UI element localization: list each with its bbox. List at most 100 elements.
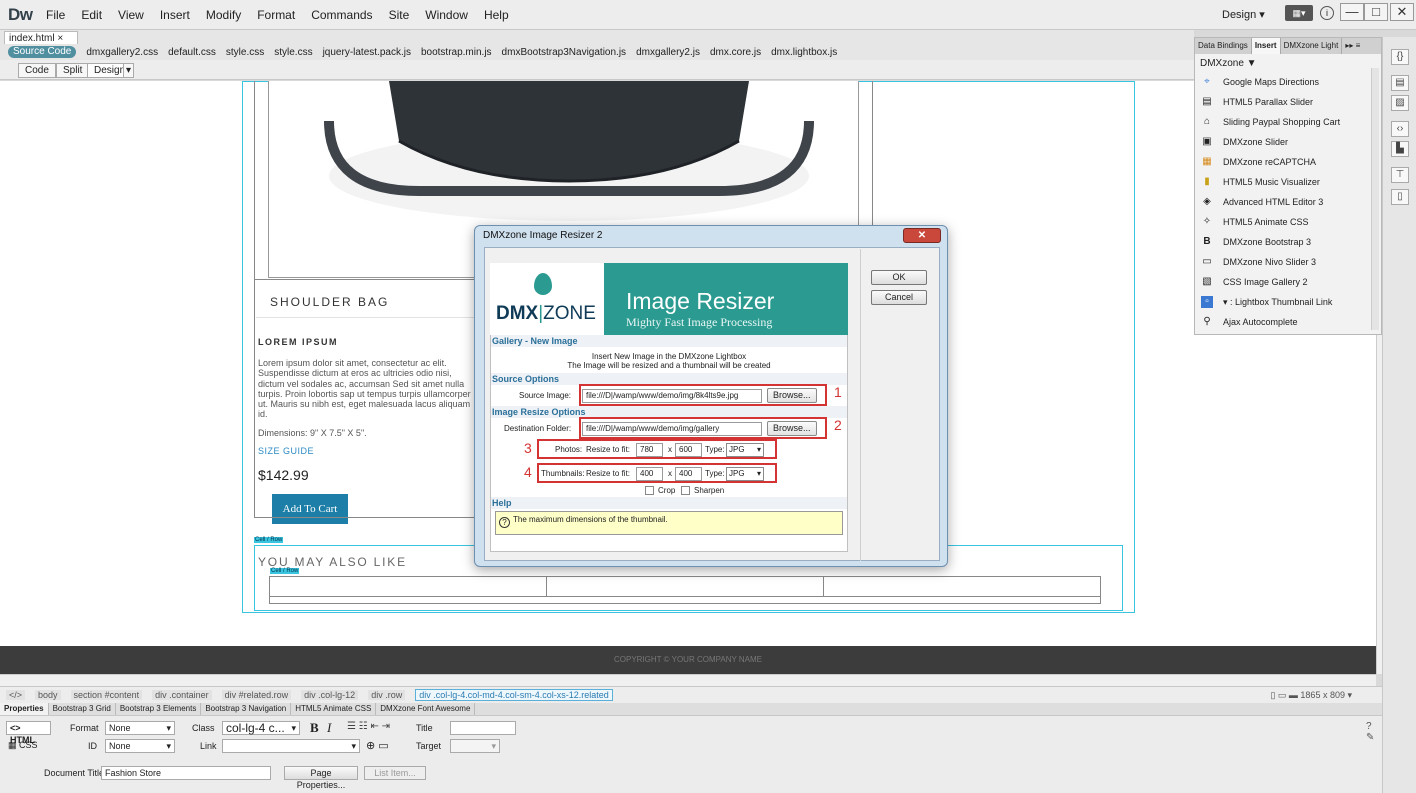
page-properties-button[interactable]: Page Properties... xyxy=(284,766,358,790)
class-select[interactable]: col-lg-4 c... ▾ xyxy=(222,721,300,735)
related-file[interactable]: style.css xyxy=(274,47,312,58)
quick-tag-icon[interactable]: ✎ xyxy=(1366,732,1374,743)
menu-commands[interactable]: Commands xyxy=(303,8,380,22)
horizontal-scrollbar[interactable] xyxy=(0,674,1376,686)
split-view-button[interactable]: Split xyxy=(56,63,90,78)
info-icon[interactable]: i xyxy=(1320,6,1334,20)
insert-item[interactable]: B DMXzone Bootstrap 3 xyxy=(1201,232,1371,252)
menu-file[interactable]: File xyxy=(38,8,73,22)
insert-item[interactable]: ▦ DMXzone reCAPTCHA xyxy=(1201,152,1371,172)
crop-checkbox[interactable] xyxy=(645,486,654,495)
title-field[interactable] xyxy=(450,721,516,735)
close-window-button[interactable]: ✕ xyxy=(1390,3,1414,21)
related-file[interactable]: jquery-latest.pack.js xyxy=(323,47,411,58)
menu-view[interactable]: View xyxy=(110,8,152,22)
tab-index-html[interactable]: index.html × xyxy=(4,31,79,44)
tag-row[interactable]: div .row xyxy=(368,690,406,700)
related-file[interactable]: dmxBootstrap3Navigation.js xyxy=(502,47,627,58)
tab-html5-animate[interactable]: HTML5 Animate CSS xyxy=(291,703,377,715)
insert-item[interactable]: ▣ DMXzone Slider xyxy=(1201,132,1371,152)
thumbnails-height-input[interactable]: 400 xyxy=(675,467,702,481)
assets-icon[interactable]: ▤ xyxy=(1391,75,1409,91)
workspace-switcher[interactable]: Design ▾ xyxy=(1222,8,1265,21)
list-indent-icons[interactable]: ☰ ☷ ⇤ ⇥ xyxy=(347,721,390,732)
tag-related-row[interactable]: div #related.row xyxy=(221,690,292,700)
code-tag-icon[interactable]: </> xyxy=(6,690,26,700)
insert-item[interactable]: ⌖ Google Maps Directions xyxy=(1201,72,1371,92)
thumbnails-type-select[interactable]: JPG ▾ xyxy=(726,467,764,481)
dialog-close-button[interactable]: ✕ xyxy=(903,228,941,243)
cancel-button[interactable]: Cancel xyxy=(871,290,927,305)
extensions-icon[interactable]: ▦▾ xyxy=(1285,5,1313,21)
insert-item[interactable]: ▮ HTML5 Music Visualizer xyxy=(1201,172,1371,192)
tag-current[interactable]: div .col-lg-4.col-md-4.col-sm-4.col-xs-1… xyxy=(415,689,613,701)
insert-item[interactable]: ▫ ▾ : Lightbox Thumbnail Link xyxy=(1201,292,1371,312)
menu-help[interactable]: Help xyxy=(476,8,517,22)
code-braces-icon[interactable]: {} xyxy=(1391,49,1409,65)
ok-button[interactable]: OK xyxy=(871,270,927,285)
insert-item[interactable]: ⚲ Ajax Autocomplete xyxy=(1201,312,1371,332)
target-select[interactable]: ▾ xyxy=(450,739,500,753)
tab-properties[interactable]: Properties xyxy=(0,703,49,715)
related-file[interactable]: dmx.core.js xyxy=(710,47,761,58)
panel-scrollbar[interactable] xyxy=(1371,68,1379,330)
source-code-file[interactable]: Source Code xyxy=(8,46,77,58)
tab-bootstrap-grid[interactable]: Bootstrap 3 Grid xyxy=(49,703,116,715)
add-to-cart-button[interactable]: Add To Cart xyxy=(272,494,348,524)
view-dropdown-icon[interactable]: ▾ xyxy=(123,63,135,78)
tab-bootstrap-elements[interactable]: Bootstrap 3 Elements xyxy=(116,703,202,715)
viewport-size[interactable]: ▯ ▭ ▬ 1865 x 809 ▾ xyxy=(1270,690,1352,701)
menu-edit[interactable]: Edit xyxy=(73,8,110,22)
tag-col-lg-12[interactable]: div .col-lg-12 xyxy=(301,690,359,700)
menu-window[interactable]: Window xyxy=(417,8,476,22)
point-to-file-icon[interactable]: ⊕ ▭ xyxy=(366,739,389,752)
panel-menu-icon[interactable]: ▸▸ ≡ xyxy=(1342,38,1363,54)
menu-modify[interactable]: Modify xyxy=(198,8,249,22)
related-file[interactable]: dmx.lightbox.js xyxy=(771,47,837,58)
related-file[interactable]: dmxgallery2.css xyxy=(86,47,158,58)
snippets-icon[interactable]: ‹› xyxy=(1391,121,1409,137)
related-file[interactable]: bootstrap.min.js xyxy=(421,47,492,58)
code-view-button[interactable]: Code xyxy=(18,63,56,78)
menu-site[interactable]: Site xyxy=(381,8,418,22)
photos-type-select[interactable]: JPG ▾ xyxy=(726,443,764,457)
tab-bootstrap-navigation[interactable]: Bootstrap 3 Navigation xyxy=(201,703,292,715)
italic-button[interactable]: I xyxy=(327,720,331,736)
insert-item[interactable]: ▭ DMXzone Nivo Slider 3 xyxy=(1201,252,1371,272)
tag-container[interactable]: div .container xyxy=(152,690,212,700)
id-select[interactable]: None ▾ xyxy=(105,739,175,753)
maximize-button[interactable]: □ xyxy=(1364,3,1388,21)
related-file[interactable]: dmxgallery2.js xyxy=(636,47,700,58)
document-title-field[interactable]: Fashion Store xyxy=(101,766,271,780)
menu-format[interactable]: Format xyxy=(249,8,303,22)
menu-insert[interactable]: Insert xyxy=(152,8,198,22)
help-icon[interactable]: ? xyxy=(1366,721,1372,732)
insert-item[interactable]: ✧ HTML5 Animate CSS xyxy=(1201,212,1371,232)
thumbnails-width-input[interactable]: 400 xyxy=(636,467,663,481)
html-mode-button[interactable]: <> HTML xyxy=(6,721,51,745)
photos-height-input[interactable]: 600 xyxy=(675,443,702,457)
bold-button[interactable]: B xyxy=(310,720,319,736)
tab-insert[interactable]: Insert xyxy=(1251,38,1281,54)
image-icon[interactable]: ▨ xyxy=(1391,95,1409,111)
minimize-button[interactable]: — xyxy=(1340,3,1364,21)
link-field[interactable]: ▾ xyxy=(222,739,360,753)
files-icon[interactable]: ▙ xyxy=(1391,141,1409,157)
insert-item[interactable]: ⌂ Sliding Paypal Shopping Cart xyxy=(1201,112,1371,132)
size-guide-link[interactable]: SIZE GUIDE xyxy=(258,446,314,456)
related-file[interactable]: style.css xyxy=(226,47,264,58)
tab-data-bindings[interactable]: Data Bindings xyxy=(1195,38,1252,54)
insert-item[interactable]: ▧ CSS Image Gallery 2 xyxy=(1201,272,1371,292)
category-dropdown[interactable]: DMXzone ▼ xyxy=(1200,58,1257,69)
dom-icon[interactable]: ⊤ xyxy=(1391,167,1409,183)
css-designer-icon[interactable]: ▯ xyxy=(1391,189,1409,205)
insert-item[interactable]: ▤ HTML5 Parallax Slider xyxy=(1201,92,1371,112)
tab-font-awesome[interactable]: DMXzone Font Awesome xyxy=(376,703,476,715)
tab-dmxzone-light[interactable]: DMXzone Light xyxy=(1281,38,1343,54)
sharpen-checkbox[interactable] xyxy=(681,486,690,495)
list-item-button[interactable]: List Item... xyxy=(364,766,426,780)
insert-item[interactable]: ◈ Advanced HTML Editor 3 xyxy=(1201,192,1371,212)
related-file[interactable]: default.css xyxy=(168,47,216,58)
photos-width-input[interactable]: 780 xyxy=(636,443,663,457)
format-select[interactable]: None ▾ xyxy=(105,721,175,735)
